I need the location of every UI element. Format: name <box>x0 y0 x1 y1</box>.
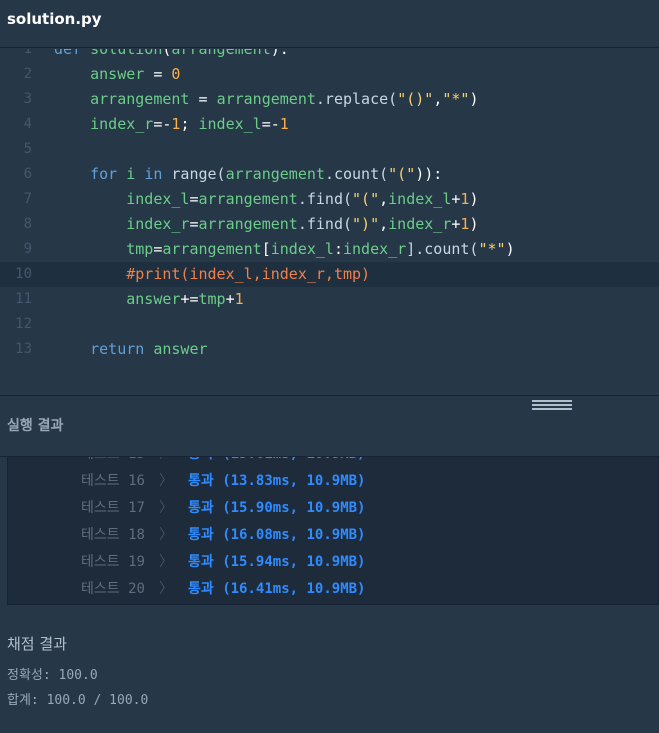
file-title-bar: solution.py <box>0 0 659 48</box>
code-text: arrangement = arrangement.replace("()","… <box>54 90 479 108</box>
code-text: for i in range(arrangement.count("(")): <box>54 165 443 183</box>
code-line[interactable]: 11 answer+=tmp+1 <box>0 287 659 312</box>
results-label: 실행 결과 <box>7 418 64 434</box>
test-result-row: 테스트 15 〉 통과 (15.61ms, 10.9MB) <box>8 457 658 468</box>
code-line[interactable]: 7 index_l=arrangement.find("(",index_l+1… <box>0 187 659 212</box>
test-name: 테스트 17 <box>81 500 145 516</box>
code-line[interactable]: 9 tmp=arrangement[index_l:index_r].count… <box>0 237 659 262</box>
line-number: 7 <box>23 191 32 207</box>
line-number: 13 <box>15 341 32 357</box>
accuracy-score: 정확성: 100.0 <box>7 668 98 683</box>
code-text: answer+=tmp+1 <box>54 290 244 308</box>
code-text: return answer <box>54 340 208 358</box>
test-result-row: 테스트 20 〉 통과 (16.41ms, 10.9MB) <box>8 576 658 603</box>
test-result: 통과 (15.61ms, 10.9MB) <box>188 457 365 468</box>
line-number: 11 <box>15 291 32 307</box>
code-text: index_r=arrangement.find(")",index_r+1) <box>54 215 479 233</box>
code-line[interactable]: 5 <box>0 137 659 162</box>
grading-section: 채점 결과 정확성: 100.0 합계: 100.0 / 100.0 <box>0 606 659 733</box>
grading-title: 채점 결과 <box>7 635 67 653</box>
chevron-right-icon: 〉 <box>159 500 173 516</box>
test-name: 테스트 20 <box>81 581 145 597</box>
line-number: 10 <box>15 266 32 282</box>
chevron-right-icon: 〉 <box>159 457 173 468</box>
chevron-right-icon: 〉 <box>159 554 173 570</box>
test-result: 통과 (16.08ms, 10.9MB) <box>188 527 366 543</box>
chevron-right-icon: 〉 <box>159 527 173 543</box>
code-line[interactable]: 8 index_r=arrangement.find(")",index_r+1… <box>0 212 659 237</box>
code-text: #print(index_l,index_r,tmp) <box>54 265 371 283</box>
code-text: tmp=arrangement[index_l:index_r].count("… <box>54 240 515 258</box>
test-result-row: 테스트 16 〉 통과 (13.83ms, 10.9MB) <box>8 468 658 495</box>
test-name: 테스트 15 <box>81 457 145 468</box>
code-line[interactable]: 12 <box>0 312 659 337</box>
test-result: 통과 (16.41ms, 10.9MB) <box>188 581 366 597</box>
results-header: 실행 결과 <box>0 395 659 457</box>
line-number: 12 <box>15 316 32 332</box>
test-name: 테스트 18 <box>81 527 145 543</box>
code-line[interactable]: 1 def solution(arrangement): <box>0 49 659 62</box>
line-number: 4 <box>23 116 32 132</box>
line-number: 5 <box>23 141 32 157</box>
code-line[interactable]: 10 #print(index_l,index_r,tmp) <box>0 262 659 287</box>
code-text: index_l=arrangement.find("(",index_l+1) <box>54 190 479 208</box>
code-text: answer = 0 <box>54 65 181 83</box>
code-text: def solution(arrangement): <box>54 49 289 58</box>
line-number: 3 <box>23 91 32 107</box>
code-line[interactable]: 2 answer = 0 <box>0 62 659 87</box>
line-number: 8 <box>23 216 32 232</box>
file-name: solution.py <box>7 10 102 28</box>
resize-handle[interactable] <box>532 400 572 412</box>
test-result-row: 테스트 17 〉 통과 (15.90ms, 10.9MB) <box>8 495 658 522</box>
test-result-row: 테스트 18 〉 통과 (16.08ms, 10.9MB) <box>8 522 658 549</box>
line-number: 6 <box>23 166 32 182</box>
code-editor[interactable]: 1 def solution(arrangement): 2 answer = 03… <box>0 49 659 395</box>
test-result-row: 테스트 19 〉 통과 (15.94ms, 10.9MB) <box>8 549 658 576</box>
test-result: 통과 (15.94ms, 10.9MB) <box>188 554 366 570</box>
test-name: 테스트 19 <box>81 554 145 570</box>
test-result: 통과 (15.90ms, 10.9MB) <box>188 500 366 516</box>
chevron-right-icon: 〉 <box>159 473 173 489</box>
line-number: 9 <box>23 241 32 257</box>
code-text: index_r=-1; index_l=-1 <box>54 115 289 133</box>
code-line[interactable]: 13 return answer <box>0 337 659 362</box>
line-number: 2 <box>23 66 32 82</box>
code-line[interactable]: 6 for i in range(arrangement.count("("))… <box>0 162 659 187</box>
test-result: 통과 (13.83ms, 10.9MB) <box>188 473 366 489</box>
code-line[interactable]: 4 index_r=-1; index_l=-1 <box>0 112 659 137</box>
test-results-list[interactable]: 테스트 15 〉 통과 (15.61ms, 10.9MB) 테스트 16 〉 통과 (13… <box>7 457 659 605</box>
code-line[interactable]: 3 arrangement = arrangement.replace("()"… <box>0 87 659 112</box>
total-score: 합계: 100.0 / 100.0 <box>7 693 149 708</box>
line-number: 1 <box>23 49 32 57</box>
test-name: 테스트 16 <box>81 473 145 489</box>
chevron-right-icon: 〉 <box>159 581 173 597</box>
